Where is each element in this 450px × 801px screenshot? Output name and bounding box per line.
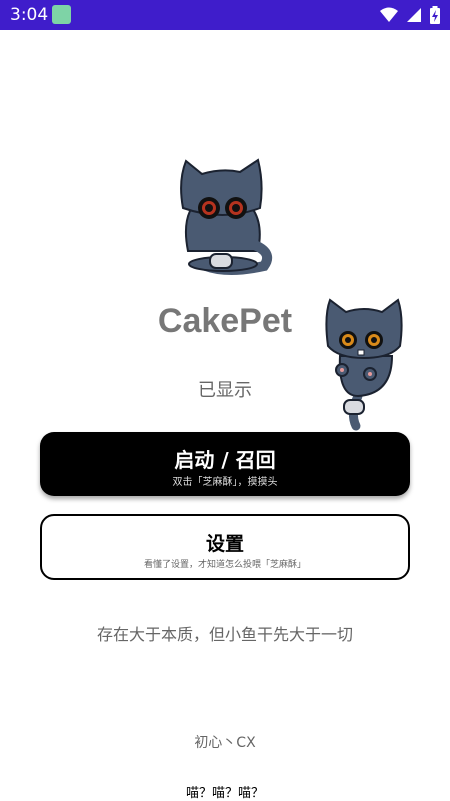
author-text: 初心丶CX (194, 735, 256, 751)
app-title: CakePet (157, 302, 293, 340)
android-app-icon (52, 5, 71, 24)
status-time: 3:04 (10, 5, 49, 25)
cat-sitting-image[interactable] (168, 156, 276, 276)
signal-icon (407, 8, 421, 22)
meow-text: 喵？喵？喵？ (185, 786, 264, 801)
start-recall-button[interactable]: 启动 / 召回 双击「芝麻酥」，摸摸头 (40, 432, 410, 496)
start-recall-sublabel: 双击「芝麻酥」，摸摸头 (172, 477, 278, 488)
settings-label: 设置 (205, 533, 244, 555)
battery-icon (430, 6, 440, 24)
wifi-icon (380, 7, 398, 22)
settings-sublabel: 看懂了设置，才知道怎么投喂「芝麻酥」 (143, 560, 306, 570)
settings-button[interactable]: 设置 看懂了设置，才知道怎么投喂「芝麻酥」 (40, 514, 410, 580)
display-state: 已显示 (198, 380, 252, 401)
status-bar: 3:04 (0, 0, 450, 30)
status-icons (380, 6, 440, 24)
start-recall-label: 启动 / 召回 (174, 448, 276, 472)
motto-text: 存在大于本质，但小鱼干先大于一切 (96, 625, 353, 644)
